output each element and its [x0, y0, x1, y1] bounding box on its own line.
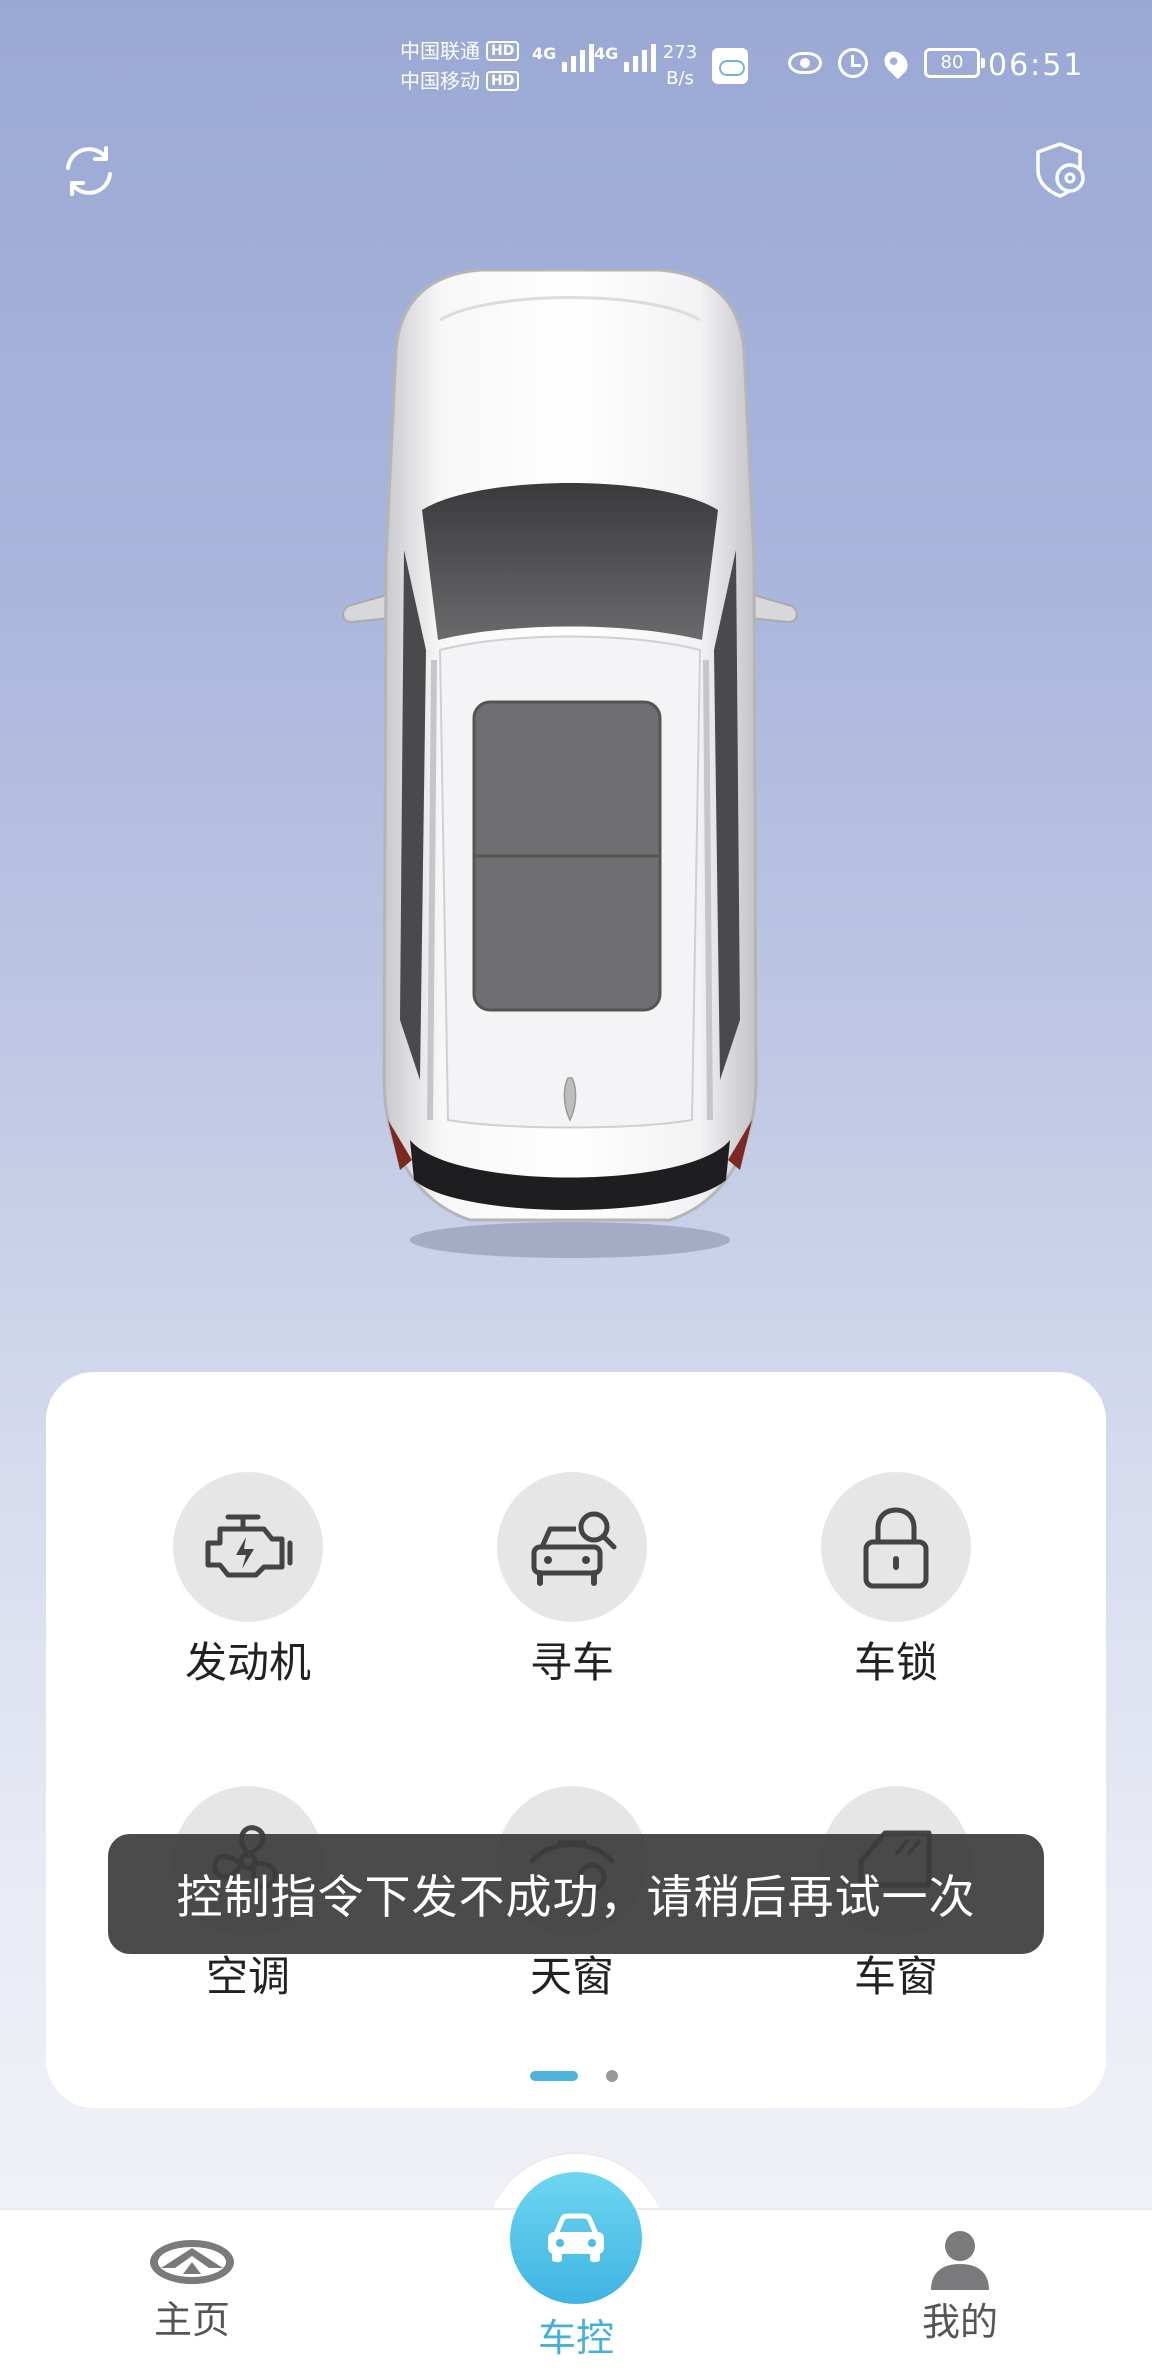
- page-indicator[interactable]: [530, 2070, 618, 2082]
- carrier-1-name: 中国联通: [400, 39, 480, 63]
- eye-icon: [788, 52, 822, 74]
- hd-badge-1: HD: [486, 41, 520, 61]
- network-speed: 273 B/s: [660, 40, 700, 92]
- nav-vehicle-control-label: 车控: [537, 2316, 614, 2360]
- control-find-car-button[interactable]: [497, 1472, 647, 1622]
- find-car-icon: [531, 1511, 617, 1586]
- alarm-icon: [838, 48, 868, 78]
- control-lock[interactable]: 车锁: [776, 1472, 1016, 1694]
- engine-icon: [205, 1514, 293, 1578]
- cloud-icon: [712, 48, 748, 84]
- control-engine[interactable]: 发动机: [128, 1472, 368, 1694]
- carrier-info: 中国联通 HD 中国移动 HD: [400, 36, 520, 96]
- network-speed-value: 273: [662, 42, 698, 63]
- refresh-icon: [66, 146, 112, 196]
- network-speed-unit: B/s: [666, 68, 694, 89]
- network-2-label: 4G: [594, 44, 619, 63]
- carrier-2-name: 中国移动: [400, 69, 480, 93]
- location-pin-icon: [879, 46, 913, 80]
- vehicle-controls-card: 发动机 寻车 车锁 空调 天窗 车窗: [46, 1372, 1106, 2108]
- status-bar: 中国联通 HD 中国移动 HD 4G 4G 273 B/s 80 06:51: [0, 36, 1152, 96]
- control-find-car-label: 寻车: [529, 1638, 614, 1687]
- control-find-car[interactable]: 寻车: [452, 1472, 692, 1694]
- hd-badge-2: HD: [486, 71, 520, 91]
- clock: 06:51: [988, 48, 1085, 83]
- nav-profile-label: 我的: [921, 2300, 998, 2344]
- nav-profile[interactable]: 我的: [860, 2210, 1060, 2346]
- network-1-label: 4G: [532, 44, 557, 63]
- nav-home-label: 主页: [153, 2298, 230, 2342]
- refresh-button[interactable]: [60, 142, 118, 200]
- shield-settings-icon: [1036, 142, 1085, 198]
- car-icon: [548, 2213, 604, 2262]
- brand-logo-icon: [150, 2240, 234, 2284]
- signal-1-icon: 4G: [532, 44, 595, 72]
- control-window-label: 车窗: [853, 1952, 938, 2001]
- page-dot-1-active[interactable]: [530, 2071, 578, 2081]
- user-icon: [931, 2231, 989, 2290]
- nav-home[interactable]: 主页: [92, 2210, 292, 2344]
- error-toast-message: 控制指令下发不成功，请稍后再试一次: [176, 1870, 976, 1924]
- error-toast: 控制指令下发不成功，请稍后再试一次: [108, 1834, 1044, 1954]
- control-sunroof-label: 天窗: [529, 1952, 614, 2001]
- nav-vehicle-control-button[interactable]: [510, 2172, 642, 2304]
- battery-icon: 80: [924, 48, 985, 78]
- battery-level: 80: [940, 52, 964, 73]
- lock-icon: [863, 1507, 929, 1589]
- control-lock-button[interactable]: [821, 1472, 971, 1622]
- control-ac-label: 空调: [205, 1952, 290, 2001]
- control-engine-label: 发动机: [184, 1638, 311, 1687]
- nav-vehicle-control[interactable]: 车控: [476, 2314, 676, 2362]
- page-dot-2[interactable]: [606, 2070, 618, 2082]
- car-top-view-image: [342, 268, 798, 1258]
- vehicle-settings-button[interactable]: [1034, 140, 1090, 200]
- signal-2-icon: 4G: [594, 44, 657, 72]
- control-lock-label: 车锁: [853, 1638, 938, 1687]
- control-engine-button[interactable]: [173, 1472, 323, 1622]
